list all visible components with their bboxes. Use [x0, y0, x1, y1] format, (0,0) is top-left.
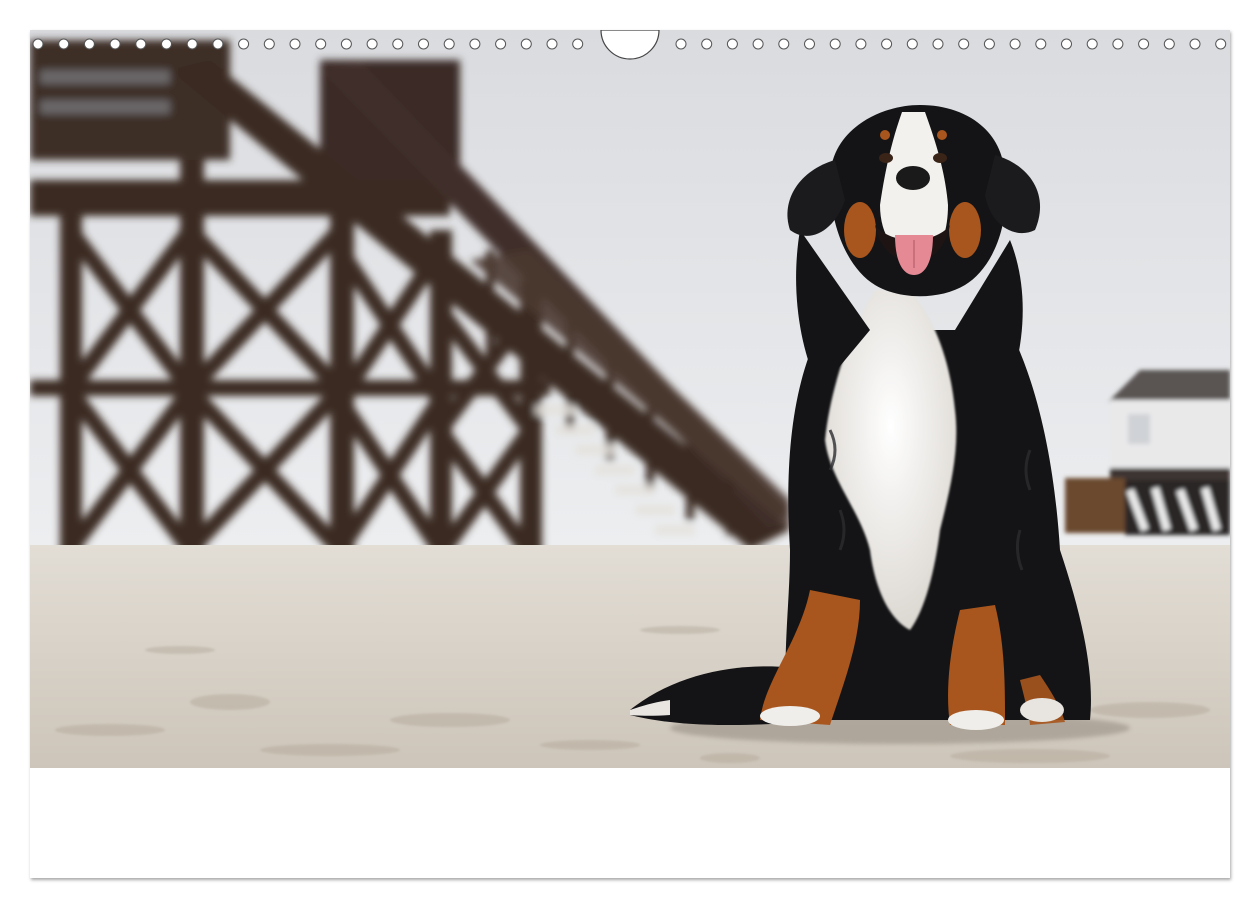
- binding-hole: [186, 38, 198, 50]
- binding-hole: [520, 38, 532, 50]
- binding-hole: [495, 38, 507, 50]
- binding-hole: [675, 38, 687, 50]
- wire-binding: [32, 30, 1227, 60]
- binding-hole: [392, 38, 404, 50]
- binding-hole: [1086, 38, 1098, 50]
- binding-hole: [958, 38, 970, 50]
- binding-hole: [161, 38, 172, 50]
- binding-hole: [1009, 38, 1021, 50]
- binding-hole: [1138, 38, 1150, 50]
- binding-hole: [1189, 38, 1201, 50]
- binding-hole: [983, 38, 995, 50]
- binding-hole: [1035, 38, 1047, 50]
- binding-hole: [546, 38, 558, 50]
- binding-hole: [906, 38, 918, 50]
- dog-on-beach-photo: [30, 30, 1230, 768]
- binding-hole: [289, 38, 301, 50]
- binding-hole: [1163, 38, 1175, 50]
- binding-hole: [443, 38, 455, 50]
- binding-hole: [1215, 38, 1227, 50]
- binding-hole: [58, 38, 70, 50]
- binding-hole: [572, 38, 584, 50]
- binding-hole: [212, 38, 224, 50]
- calendar-page: [30, 30, 1230, 878]
- binding-hole: [340, 38, 352, 50]
- binding-hole: [881, 38, 893, 50]
- binding-hole: [752, 38, 764, 50]
- binding-hole: [238, 38, 250, 50]
- binding-hole: [418, 38, 429, 50]
- binding-hole: [469, 38, 481, 50]
- hanger-cutout: [600, 30, 660, 60]
- binding-hole: [366, 38, 378, 50]
- binding-hole: [855, 38, 867, 50]
- binding-hole: [135, 38, 147, 50]
- binding-hole: [726, 38, 738, 50]
- calendar-blank-strip: [30, 768, 1230, 878]
- binding-hole: [701, 38, 713, 50]
- binding-hole: [932, 38, 944, 50]
- binding-hole: [263, 38, 275, 50]
- binding-hole: [1112, 38, 1124, 50]
- binding-hole: [83, 38, 95, 50]
- binding-hole: [804, 38, 815, 50]
- binding-hole: [109, 38, 121, 50]
- binding-hole: [32, 38, 44, 50]
- binding-hole: [778, 38, 790, 50]
- binding-hole: [315, 38, 327, 50]
- calendar-photo: [30, 30, 1230, 768]
- binding-hole: [829, 38, 841, 50]
- binding-hole: [1061, 38, 1072, 50]
